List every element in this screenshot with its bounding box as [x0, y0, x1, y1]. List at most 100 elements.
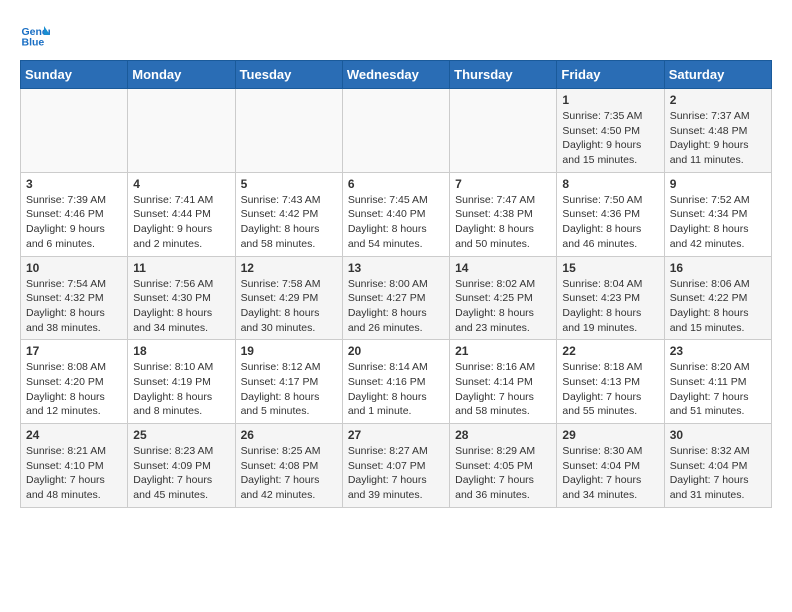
day-info: Sunrise: 8:00 AM Sunset: 4:27 PM Dayligh… — [348, 277, 444, 336]
day-info: Sunrise: 8:16 AM Sunset: 4:14 PM Dayligh… — [455, 360, 551, 419]
calendar-cell — [128, 89, 235, 173]
day-info: Sunrise: 7:58 AM Sunset: 4:29 PM Dayligh… — [241, 277, 337, 336]
calendar-cell: 14Sunrise: 8:02 AM Sunset: 4:25 PM Dayli… — [450, 256, 557, 340]
day-info: Sunrise: 8:20 AM Sunset: 4:11 PM Dayligh… — [670, 360, 766, 419]
day-number: 18 — [133, 344, 229, 358]
day-info: Sunrise: 7:52 AM Sunset: 4:34 PM Dayligh… — [670, 193, 766, 252]
page-header: General Blue — [20, 20, 772, 50]
calendar-cell: 25 Sunrise: 8:23 AM Sunset: 4:09 PM Dayli… — [128, 424, 235, 508]
calendar-cell: 6Sunrise: 7:45 AM Sunset: 4:40 PM Daylig… — [342, 172, 449, 256]
calendar-cell: 18 Sunrise: 8:10 AM Sunset: 4:19 PM Dayli… — [128, 340, 235, 424]
calendar-body: 1 Sunrise: 7:35 AM Sunset: 4:50 PM Daylig… — [21, 89, 772, 508]
day-info: Sunrise: 8:12 AM Sunset: 4:17 PM Dayligh… — [241, 360, 337, 419]
calendar-cell: 1 Sunrise: 7:35 AM Sunset: 4:50 PM Daylig… — [557, 89, 664, 173]
day-number: 27 — [348, 428, 444, 442]
day-number: 1 — [562, 93, 658, 107]
calendar-table: SundayMondayTuesdayWednesdayThursdayFrid… — [20, 60, 772, 508]
day-number: 7 — [455, 177, 551, 191]
calendar-cell: 7 Sunrise: 7:47 AM Sunset: 4:38 PM Daylig… — [450, 172, 557, 256]
calendar-cell — [450, 89, 557, 173]
logo-icon: General Blue — [20, 20, 50, 50]
calendar-cell: 8 Sunrise: 7:50 AM Sunset: 4:36 PM Daylig… — [557, 172, 664, 256]
day-number: 10 — [26, 261, 122, 275]
calendar-cell: 4 Sunrise: 7:41 AM Sunset: 4:44 PM Daylig… — [128, 172, 235, 256]
calendar-week-row: 24 Sunrise: 8:21 AM Sunset: 4:10 PM Dayli… — [21, 424, 772, 508]
calendar-week-row: 1 Sunrise: 7:35 AM Sunset: 4:50 PM Daylig… — [21, 89, 772, 173]
calendar-cell: 16Sunrise: 8:06 AM Sunset: 4:22 PM Dayli… — [664, 256, 771, 340]
day-info: Sunrise: 7:56 AM Sunset: 4:30 PM Dayligh… — [133, 277, 229, 336]
day-number: 9 — [670, 177, 766, 191]
day-info: Sunrise: 8:14 AM Sunset: 4:16 PM Dayligh… — [348, 360, 444, 419]
calendar-cell: 28Sunrise: 8:29 AM Sunset: 4:05 PM Dayli… — [450, 424, 557, 508]
day-info: Sunrise: 7:35 AM Sunset: 4:50 PM Dayligh… — [562, 109, 658, 168]
day-number: 3 — [26, 177, 122, 191]
day-number: 26 — [241, 428, 337, 442]
calendar-cell: 17 Sunrise: 8:08 AM Sunset: 4:20 PM Dayli… — [21, 340, 128, 424]
header-monday: Monday — [128, 61, 235, 89]
day-number: 8 — [562, 177, 658, 191]
calendar-cell: 27 Sunrise: 8:27 AM Sunset: 4:07 PM Dayli… — [342, 424, 449, 508]
day-info: Sunrise: 7:50 AM Sunset: 4:36 PM Dayligh… — [562, 193, 658, 252]
day-number: 21 — [455, 344, 551, 358]
day-number: 20 — [348, 344, 444, 358]
day-number: 23 — [670, 344, 766, 358]
calendar-cell: 23 Sunrise: 8:20 AM Sunset: 4:11 PM Dayli… — [664, 340, 771, 424]
calendar-cell: 30 Sunrise: 8:32 AM Sunset: 4:04 PM Dayli… — [664, 424, 771, 508]
calendar-cell: 24 Sunrise: 8:21 AM Sunset: 4:10 PM Dayli… — [21, 424, 128, 508]
calendar-cell: 19 Sunrise: 8:12 AM Sunset: 4:17 PM Dayli… — [235, 340, 342, 424]
day-info: Sunrise: 7:47 AM Sunset: 4:38 PM Dayligh… — [455, 193, 551, 252]
day-info: Sunrise: 7:41 AM Sunset: 4:44 PM Dayligh… — [133, 193, 229, 252]
header-wednesday: Wednesday — [342, 61, 449, 89]
calendar-cell: 2 Sunrise: 7:37 AM Sunset: 4:48 PM Daylig… — [664, 89, 771, 173]
day-info: Sunrise: 8:18 AM Sunset: 4:13 PM Dayligh… — [562, 360, 658, 419]
calendar-cell — [235, 89, 342, 173]
day-info: Sunrise: 8:21 AM Sunset: 4:10 PM Dayligh… — [26, 444, 122, 503]
calendar-cell: 15Sunrise: 8:04 AM Sunset: 4:23 PM Dayli… — [557, 256, 664, 340]
day-info: Sunrise: 8:06 AM Sunset: 4:22 PM Dayligh… — [670, 277, 766, 336]
day-number: 30 — [670, 428, 766, 442]
day-number: 17 — [26, 344, 122, 358]
calendar-cell: 11Sunrise: 7:56 AM Sunset: 4:30 PM Dayli… — [128, 256, 235, 340]
day-info: Sunrise: 7:39 AM Sunset: 4:46 PM Dayligh… — [26, 193, 122, 252]
day-info: Sunrise: 7:37 AM Sunset: 4:48 PM Dayligh… — [670, 109, 766, 168]
day-number: 2 — [670, 93, 766, 107]
day-number: 29 — [562, 428, 658, 442]
day-number: 5 — [241, 177, 337, 191]
day-number: 22 — [562, 344, 658, 358]
day-number: 24 — [26, 428, 122, 442]
day-number: 14 — [455, 261, 551, 275]
day-number: 25 — [133, 428, 229, 442]
day-info: Sunrise: 8:08 AM Sunset: 4:20 PM Dayligh… — [26, 360, 122, 419]
calendar-cell: 3 Sunrise: 7:39 AM Sunset: 4:46 PM Daylig… — [21, 172, 128, 256]
calendar-cell: 29Sunrise: 8:30 AM Sunset: 4:04 PM Dayli… — [557, 424, 664, 508]
header-friday: Friday — [557, 61, 664, 89]
day-number: 28 — [455, 428, 551, 442]
day-info: Sunrise: 8:32 AM Sunset: 4:04 PM Dayligh… — [670, 444, 766, 503]
calendar-cell: 10 Sunrise: 7:54 AM Sunset: 4:32 PM Dayli… — [21, 256, 128, 340]
svg-text:Blue: Blue — [22, 37, 45, 49]
day-info: Sunrise: 7:43 AM Sunset: 4:42 PM Dayligh… — [241, 193, 337, 252]
calendar-cell: 26 Sunrise: 8:25 AM Sunset: 4:08 PM Dayli… — [235, 424, 342, 508]
day-info: Sunrise: 8:27 AM Sunset: 4:07 PM Dayligh… — [348, 444, 444, 503]
day-number: 15 — [562, 261, 658, 275]
calendar-cell: 20 Sunrise: 8:14 AM Sunset: 4:16 PM Dayli… — [342, 340, 449, 424]
day-number: 19 — [241, 344, 337, 358]
day-number: 4 — [133, 177, 229, 191]
day-info: Sunrise: 8:23 AM Sunset: 4:09 PM Dayligh… — [133, 444, 229, 503]
calendar-cell: 13 Sunrise: 8:00 AM Sunset: 4:27 PM Dayli… — [342, 256, 449, 340]
calendar-week-row: 10 Sunrise: 7:54 AM Sunset: 4:32 PM Dayli… — [21, 256, 772, 340]
day-info: Sunrise: 8:25 AM Sunset: 4:08 PM Dayligh… — [241, 444, 337, 503]
calendar-cell: 12 Sunrise: 7:58 AM Sunset: 4:29 PM Dayli… — [235, 256, 342, 340]
day-info: Sunrise: 7:54 AM Sunset: 4:32 PM Dayligh… — [26, 277, 122, 336]
calendar-cell — [342, 89, 449, 173]
day-number: 6 — [348, 177, 444, 191]
day-number: 13 — [348, 261, 444, 275]
calendar-header-row: SundayMondayTuesdayWednesdayThursdayFrid… — [21, 61, 772, 89]
header-sunday: Sunday — [21, 61, 128, 89]
day-info: Sunrise: 8:10 AM Sunset: 4:19 PM Dayligh… — [133, 360, 229, 419]
day-number: 12 — [241, 261, 337, 275]
logo: General Blue — [20, 20, 54, 50]
header-tuesday: Tuesday — [235, 61, 342, 89]
calendar-cell: 22 Sunrise: 8:18 AM Sunset: 4:13 PM Dayli… — [557, 340, 664, 424]
calendar-cell — [21, 89, 128, 173]
